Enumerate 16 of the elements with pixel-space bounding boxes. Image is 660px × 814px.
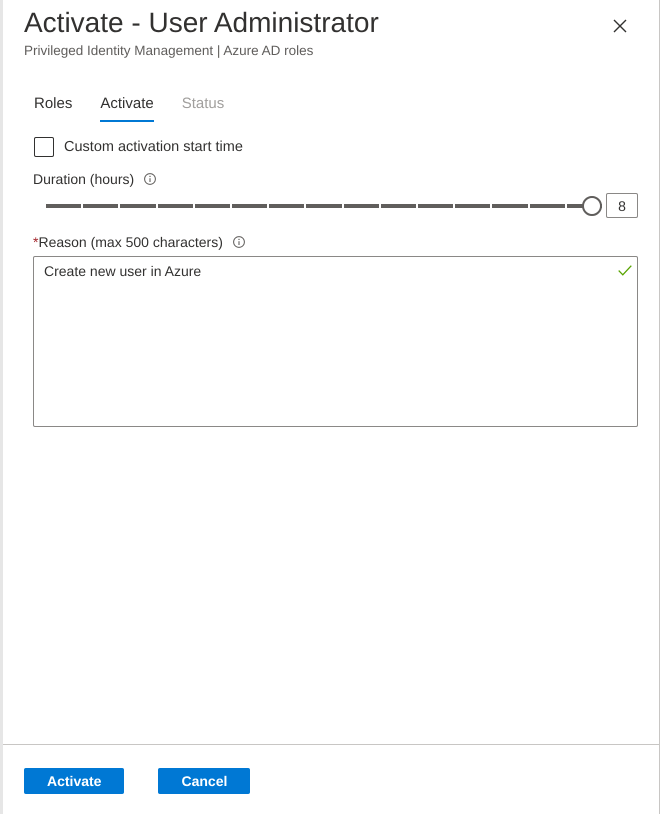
panel-title: Activate - User Administrator [24,7,379,39]
tab[interactable]: Roles [34,91,72,122]
duration-value-field[interactable]: 8 [606,193,638,218]
reason-label: *Reason (max 500 characters) [33,233,223,252]
checkbox[interactable] [34,137,54,157]
close-icon [613,19,627,33]
activate-button[interactable]: Activate [24,768,124,794]
info-icon [144,173,156,185]
info-icon [232,236,245,248]
tab[interactable]: Activate [100,91,154,122]
duration-label: Duration (hours) [33,170,134,189]
panel-subtitle: Privileged Identity Management | Azure AD roles [24,42,314,60]
cancel-button[interactable]: Cancel [158,768,250,794]
reason-field[interactable]: Create new user in Azure [33,256,638,427]
checkbox-label: Custom activation start time [64,138,243,157]
slider-thumb[interactable] [582,196,602,216]
